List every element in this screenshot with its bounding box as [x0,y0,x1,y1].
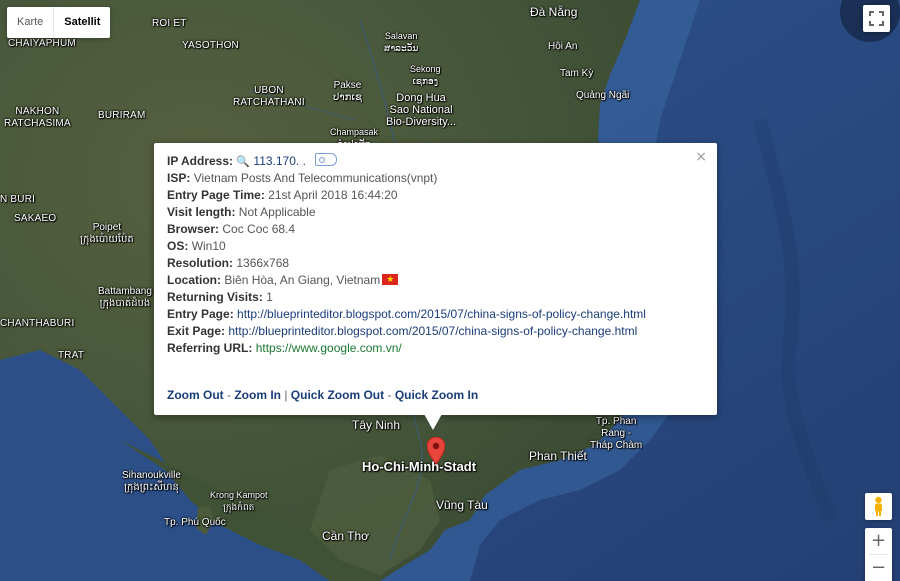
resolution-value: 1366x768 [236,256,290,270]
isp-value: Vietnam Posts And Telecommunications(vnp… [193,171,438,185]
pegman-icon [875,496,882,516]
browser-value: Coc Coc 68.4 [222,222,296,236]
zoom-in-button[interactable]: + [865,528,892,554]
entry-time-value: 21st April 2018 16:44:20 [268,188,398,202]
vietnam-flag-icon [382,272,399,289]
info-window-tail [424,414,442,430]
zoom-in-link[interactable]: Zoom In [234,388,281,402]
separator-dash: - [223,388,235,402]
label-yasothon: YASOTHON [182,40,239,51]
label-quang-ngai: Quảng Ngãi [576,90,630,101]
label-pakse: Pakse ປາກເຊ [333,80,362,103]
label-phu-quoc: Tp. Phú Quốc [164,517,226,528]
label-kron-kampot: Krong Kampot ក្រុងកំពត [210,490,268,512]
referring-label: Referring URL: [167,341,253,355]
label-sakaeo: SAKAEO [14,213,57,224]
referring-link[interactable]: https://www.google.com.vn/ [256,341,402,355]
zoom-links: Zoom Out - Zoom In | Quick Zoom Out - Qu… [167,388,478,402]
visitor-details: IP Address: 🔍 113.170. . ISP: Vietnam Po… [167,153,646,357]
fullscreen-button[interactable] [863,5,890,32]
info-window: × IP Address: 🔍 113.170. . ISP: Vietnam … [154,143,717,415]
label-ho-chi-minh-city: Ho-Chi-Minh-Stadt [362,459,477,474]
label-salavan: Salavan ສາລະວັນ [384,31,419,53]
quick-zoom-in-link[interactable]: Quick Zoom In [395,388,478,402]
separator-dash: - [384,388,395,402]
label-poipet: Poipet ក្រុងប៉ោយប៉ែត [80,222,134,245]
label-phan-thiet: Phan Thiết [529,449,587,463]
street-view-button[interactable] [865,493,892,520]
row-entry-time: Entry Page Time: 21st April 2018 16:44:2… [167,187,646,204]
row-isp: ISP: Vietnam Posts And Telecommunication… [167,170,646,187]
zoom-out-button[interactable]: − [865,555,892,581]
label-hoi-an: Hội An [548,41,578,52]
returning-label: Returning Visits: [167,290,263,304]
label-trat: TRAT [58,350,85,361]
entry-page-label: Entry Page: [167,307,234,321]
os-value: Win10 [191,239,226,253]
ip-value-link[interactable]: 113.170. . [253,154,306,168]
label-buriram: BURIRAM [98,110,146,121]
location-value: Biên Hòa, An Giang, Vietnam [224,273,381,287]
label-n-buri: N BURI [0,194,36,205]
ip-label: IP Address: [167,154,234,168]
map-type-karte-button[interactable]: Karte [7,7,53,38]
separator-bar: | [281,388,291,402]
row-ip: IP Address: 🔍 113.170. . [167,153,646,170]
entry-page-link[interactable]: http://blueprinteditor.blogspot.com/2015… [237,307,646,321]
row-visit-length: Visit length: Not Applicable [167,204,646,221]
label-phan-rang: Tp. Phan Rang - Tháp Chàm [590,416,643,451]
label-battambang: Battambang ក្រុងបាត់ដំបង [98,286,152,309]
zoom-out-link[interactable]: Zoom Out [167,388,224,402]
zoom-control: + − [865,528,892,581]
exit-page-link[interactable]: http://blueprinteditor.blogspot.com/2015… [228,324,637,338]
label-tam-ky: Tam Kỳ [560,68,594,79]
fullscreen-icon [869,11,884,26]
resolution-label: Resolution: [167,256,233,270]
label-ubon: UBON RATCHATHANI [233,85,305,108]
row-resolution: Resolution: 1366x768 [167,255,646,272]
label-sekong: Sekong ເຊກອງ [410,64,441,86]
visit-length-value: Not Applicable [238,205,316,219]
tag-icon[interactable] [315,153,338,166]
label-chanthaburi: CHANTHABURI [0,318,75,329]
entry-time-label: Entry Page Time: [167,188,265,202]
label-chaiyaphum: CHAIYAPHUM [8,38,76,49]
exit-page-label: Exit Page: [167,324,226,338]
row-exit-page: Exit Page: http://blueprinteditor.blogsp… [167,323,646,340]
isp-label: ISP: [167,171,191,185]
visit-length-label: Visit length: [167,205,236,219]
returning-value: 1 [266,290,273,304]
label-sihanoukville: Sihanoukville ក្រុងព្រះសីហនុ [122,470,181,493]
row-os: OS: Win10 [167,238,646,255]
label-tay-ninh: Tây Ninh [352,418,401,432]
map-type-satellit-button[interactable]: Satellit [54,7,110,38]
browser-label: Browser: [167,222,220,236]
label-da-nang: Đà Nẵng [530,5,578,19]
map-type-control: Karte Satellit [7,7,111,38]
label-can-tho: Cần Thơ [322,529,370,543]
satellite-map[interactable]: CHAIYAPHUM ROI ET YASOTHON Salavan ສາລະວ… [0,0,900,581]
row-location: Location: Biên Hòa, An Giang, Vietnam [167,272,646,289]
label-vung-tau: Vũng Tàu [436,498,488,512]
row-browser: Browser: Coc Coc 68.4 [167,221,646,238]
map-pin-icon[interactable] [427,437,445,465]
info-close-button[interactable]: × [695,149,707,165]
magnifier-icon[interactable]: 🔍 [236,153,250,170]
quick-zoom-out-link[interactable]: Quick Zoom Out [291,388,384,402]
label-dong-hua: Dong Hua Sao National Bio-Diversity... [386,92,457,128]
row-returning: Returning Visits: 1 [167,289,646,306]
location-label: Location: [167,273,221,287]
row-referring: Referring URL: https://www.google.com.vn… [167,340,646,357]
row-entry-page: Entry Page: http://blueprinteditor.blogs… [167,306,646,323]
os-label: OS: [167,239,189,253]
label-roi-et: ROI ET [152,18,187,29]
label-nakhon: NAKHON RATCHASIMA [4,106,71,129]
